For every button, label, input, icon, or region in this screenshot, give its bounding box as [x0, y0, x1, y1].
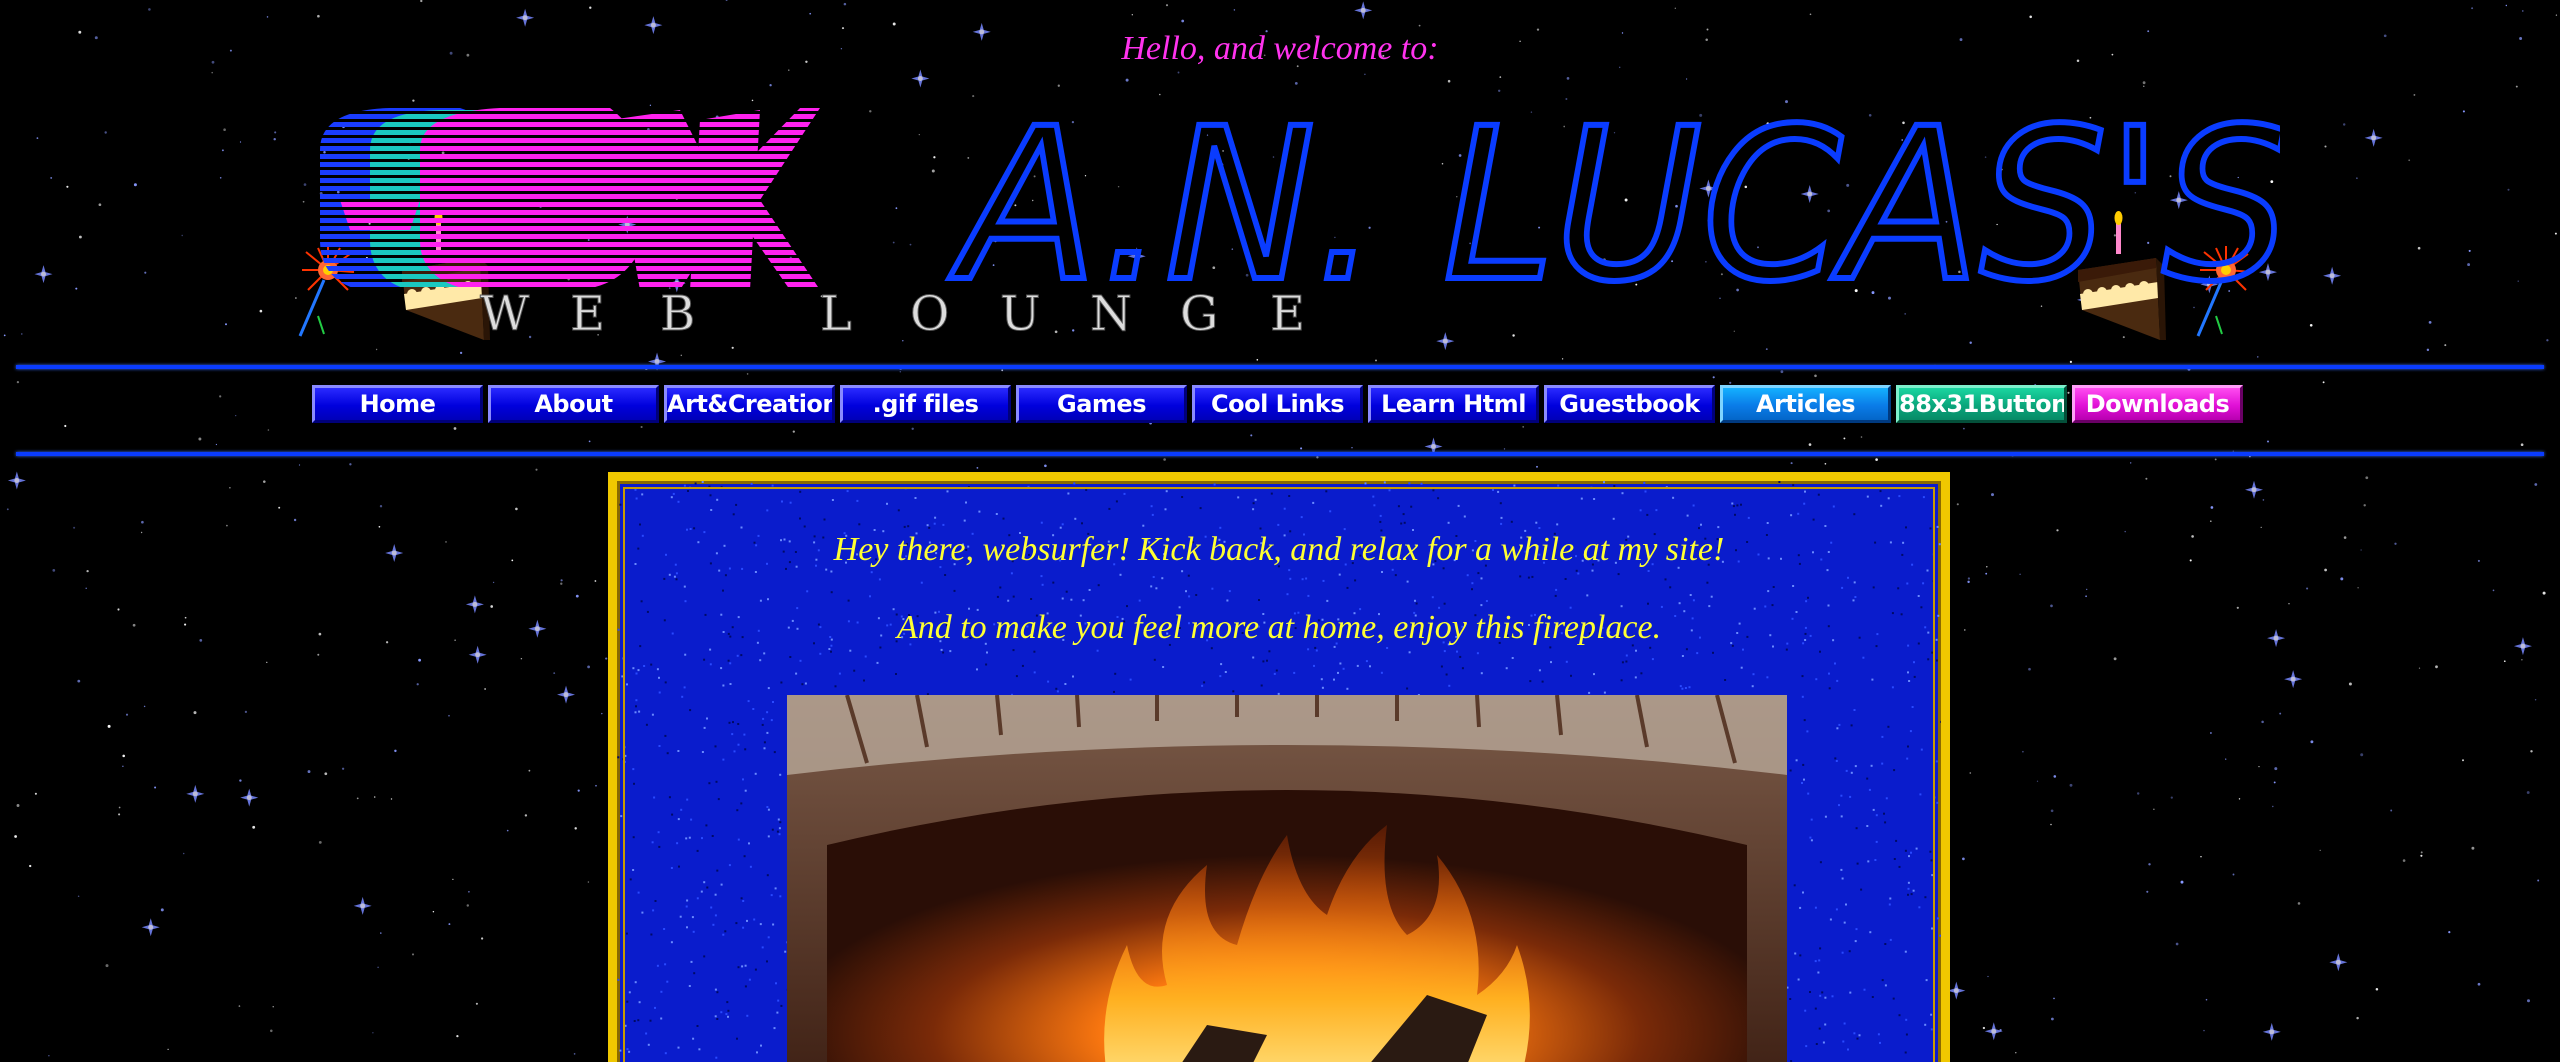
- nav-button-88x31buttons[interactable]: 88x31Buttons: [1896, 385, 2067, 423]
- logo-subtitle-letter: O: [910, 286, 949, 342]
- nav-button-home[interactable]: Home: [312, 385, 483, 423]
- logo-subtitle-letter: G: [1180, 286, 1218, 342]
- nav-button-articles[interactable]: Articles: [1720, 385, 1891, 423]
- logo-title: A.N. LUCAS'S: [949, 90, 2280, 328]
- nav-button-gif-files[interactable]: .gif files: [840, 385, 1011, 423]
- nav-button-learn-html[interactable]: Learn Html: [1368, 385, 1539, 423]
- fireplace-image: [787, 695, 1787, 1062]
- nav-button-games[interactable]: Games: [1016, 385, 1187, 423]
- logo-subtitle-letter: U: [1000, 286, 1040, 342]
- content-panel: Hey there, websurfer! Kick back, and rel…: [608, 472, 1950, 1062]
- main-nav: Home About Art&Creations .gif files Games Coo…: [312, 385, 2248, 423]
- logo-heads-graphic: [320, 108, 820, 290]
- nav-button-downloads[interactable]: Downloads: [2072, 385, 2243, 423]
- divider-bottom: [16, 452, 2544, 456]
- nav-button-guestbook[interactable]: Guestbook: [1544, 385, 1715, 423]
- welcome-text: Hello, and welcome to:: [1121, 30, 1439, 67]
- logo-subtitle-letter: N: [1090, 286, 1132, 342]
- greeting-line-2: And to make you feel more at home, enjoy…: [896, 609, 1662, 646]
- nav-button-art-creations[interactable]: Art&Creations: [664, 385, 835, 423]
- greeting-line-1: Hey there, websurfer! Kick back, and rel…: [833, 531, 1725, 568]
- logo-subtitle-letter: B: [660, 286, 695, 342]
- nav-button-about[interactable]: About: [488, 385, 659, 423]
- logo-subtitle-letter: W: [480, 286, 530, 342]
- site-logo: A.N. LUCAS'S WEBLOUNGE: [320, 90, 2280, 343]
- page-root: Hello, and welcome to: A.N. LUCAS'S W E …: [0, 0, 2560, 1062]
- nav-button-cool-links[interactable]: Cool Links: [1192, 385, 1363, 423]
- logo-subtitle-letter: L: [820, 286, 852, 342]
- logo-subtitle-letter: E: [1270, 286, 1305, 342]
- divider-top: [16, 365, 2544, 369]
- logo-subtitle-letter: E: [570, 286, 605, 342]
